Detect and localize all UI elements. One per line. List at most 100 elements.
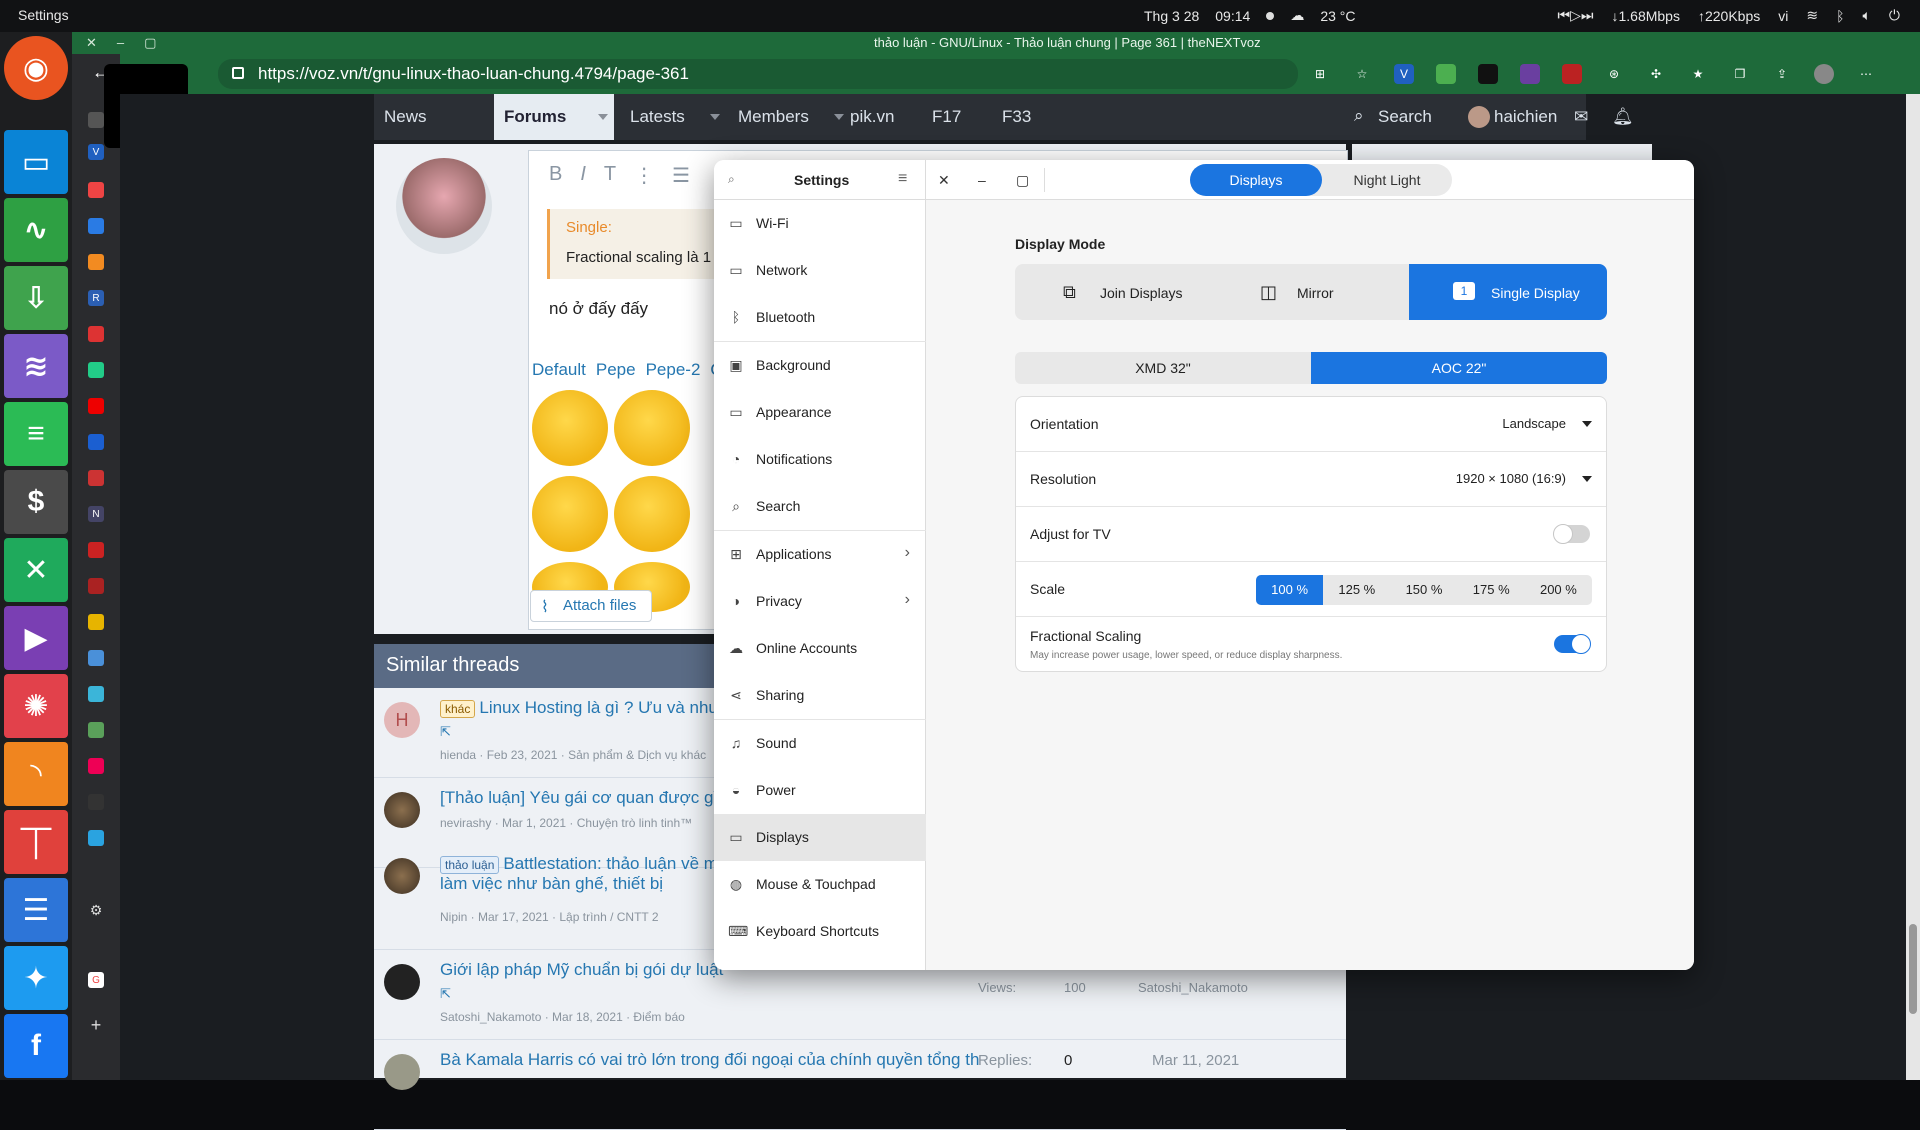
tab-icon[interactable] [88,578,104,594]
fractional-scaling-toggle[interactable] [1554,634,1591,654]
sidebar-item-background[interactable]: ▣ Background [714,342,926,389]
more-icon[interactable]: ⋯ [1856,64,1876,84]
volume-icon[interactable]: 🔈︎ [1863,7,1871,24]
sticker-tab[interactable]: Pepe-2 [646,360,701,380]
sticker-tab[interactable]: Default [532,360,586,380]
menu-icon[interactable]: ≡ [898,170,907,188]
sidebar-item-bluetooth[interactable]: ᛒ Bluetooth [714,294,926,341]
tab-icon[interactable] [88,326,104,342]
close-icon[interactable]: ✕ [938,172,950,189]
power-icon[interactable]: ⏻ [1889,7,1900,24]
tab-icon[interactable] [88,182,104,198]
sticker[interactable] [532,390,608,466]
search-icon[interactable]: ⌕ [728,172,735,187]
mirror-button[interactable]: ◫ Mirror [1212,264,1409,320]
tab-icon[interactable] [88,614,104,630]
sidebar-item-privacy[interactable]: ◑ Privacy › [714,578,926,625]
sidebar-item-wifi[interactable]: ▭ Wi-Fi [714,200,926,247]
wifi-icon[interactable]: ≋ [1806,7,1818,24]
tab-icon[interactable] [88,830,104,846]
sidebar-item-sound[interactable]: ♫ Sound [714,720,926,767]
minimize-icon[interactable]: – [117,35,124,51]
update-icon[interactable]: ⇩ [4,266,68,330]
italic-icon[interactable]: I [580,163,586,188]
facebook-icon[interactable]: f [4,1014,68,1078]
chevron-down-icon[interactable] [598,114,608,120]
thread-row[interactable]: Bà Kamala Harris có vai trò lớn trong đố… [374,1040,1346,1130]
nav-f33[interactable]: F33 [1002,107,1031,127]
nav-f17[interactable]: F17 [932,107,961,127]
more-options-icon[interactable]: ⋮ [634,163,654,188]
extension-icon[interactable]: ⊛ [1604,64,1624,84]
nav-members[interactable]: Members [738,107,809,127]
profile-avatar[interactable] [1814,64,1834,84]
sticker[interactable] [614,476,690,552]
last-poster[interactable]: Satoshi_Nakamoto [1138,980,1248,995]
external-link-icon[interactable]: ⇱ [440,724,451,740]
sidebar-item-appearance[interactable]: ▭ Appearance [714,389,926,436]
ublock-icon[interactable] [1562,64,1582,84]
transfer-icon[interactable]: ✕ [4,538,68,602]
tab-icon[interactable] [88,686,104,702]
tab-icon[interactable] [88,470,104,486]
sidebar-item-applications[interactable]: ⊞ Applications › [714,531,926,578]
monitor-xmd-button[interactable]: XMD 32" [1015,352,1311,384]
collections-icon[interactable]: ❐ [1730,64,1750,84]
address-bar[interactable]: https://voz.vn/t/gnu-linux-thao-luan-chu… [218,59,1298,89]
orientation-row[interactable]: Orientation Landscape [1016,397,1606,452]
sticker[interactable] [532,476,608,552]
scale-125-button[interactable]: 125 % [1323,575,1390,605]
single-display-button[interactable]: 1 Single Display [1409,264,1607,320]
nav-username[interactable]: haichien [1494,107,1557,127]
active-app-name[interactable]: Settings [18,7,69,23]
thread-title[interactable]: Linux Hosting là gì ? Ưu và nhược [479,698,739,717]
sidebar-item-network[interactable]: ▭ Network [714,247,926,294]
chevron-down-icon[interactable] [710,114,720,120]
resolution-row[interactable]: Resolution 1920 × 1080 (16:9) [1016,452,1606,507]
extension-icon[interactable] [1436,64,1456,84]
sticker-tab[interactable]: Pepe [596,360,636,380]
add-icon[interactable]: + [88,1015,104,1035]
spotify-icon[interactable]: ≡ [4,402,68,466]
external-link-icon[interactable]: ⇱ [440,986,451,1002]
money-icon[interactable]: $ [4,470,68,534]
bluetooth-icon[interactable]: ᛒ [1836,8,1844,24]
news-icon[interactable]: ☰ [4,878,68,942]
inbox-icon[interactable]: ✉ [1574,107,1588,127]
tab-icon[interactable] [88,542,104,558]
settings-gear-icon[interactable]: ⚙ [88,902,104,918]
tab-icon[interactable]: N [88,506,104,522]
podcast-icon[interactable]: ⏉ [4,810,68,874]
scale-175-button[interactable]: 175 % [1458,575,1525,605]
clock-area[interactable]: Thg 3 28 09:14 ☁ 23 °C [1144,7,1355,24]
app-icon[interactable]: ≋ [4,334,68,398]
sidebar-item-sharing[interactable]: ⋖ Sharing [714,672,926,719]
scale-150-button[interactable]: 150 % [1390,575,1457,605]
thread-title[interactable]: Giới lập pháp Mỹ chuẩn bị gói dự luật [440,960,723,979]
tab-icon[interactable] [88,398,104,414]
tab-icon[interactable]: V [88,144,104,160]
media-controls[interactable]: ⏮▷⏭ [1558,7,1594,24]
favorite-add-icon[interactable]: ☆ [1352,64,1372,84]
keyboard-lang[interactable]: vi [1778,8,1788,24]
twitter-icon[interactable]: ✦ [4,946,68,1010]
files-icon[interactable]: ▭ [4,130,68,194]
ubuntu-icon[interactable]: ◉ [4,36,68,100]
extension-icon[interactable]: V [1394,64,1414,84]
sidebar-item-online-accounts[interactable]: ☁ Online Accounts [714,625,926,672]
puzzle-icon[interactable]: ✣ [1646,64,1666,84]
sticker[interactable] [614,390,690,466]
apps-icon[interactable]: ⊞ [1310,64,1330,84]
tab-icon[interactable] [88,650,104,666]
extension-icon[interactable] [1478,64,1498,84]
nav-latests[interactable]: Latests [630,107,685,127]
bell-icon[interactable]: 🔔︎ [1612,107,1634,127]
tab-icon[interactable] [88,112,104,128]
join-displays-button[interactable]: ⧉ Join Displays [1015,264,1212,320]
adjust-tv-toggle[interactable] [1553,524,1590,544]
tab-night-light[interactable]: Night Light [1322,164,1452,196]
chevron-down-icon[interactable] [834,114,844,120]
nav-news[interactable]: News [384,107,427,127]
tab-icon[interactable] [88,758,104,774]
attach-files-button[interactable]: ⌇ Attach files [530,590,652,622]
